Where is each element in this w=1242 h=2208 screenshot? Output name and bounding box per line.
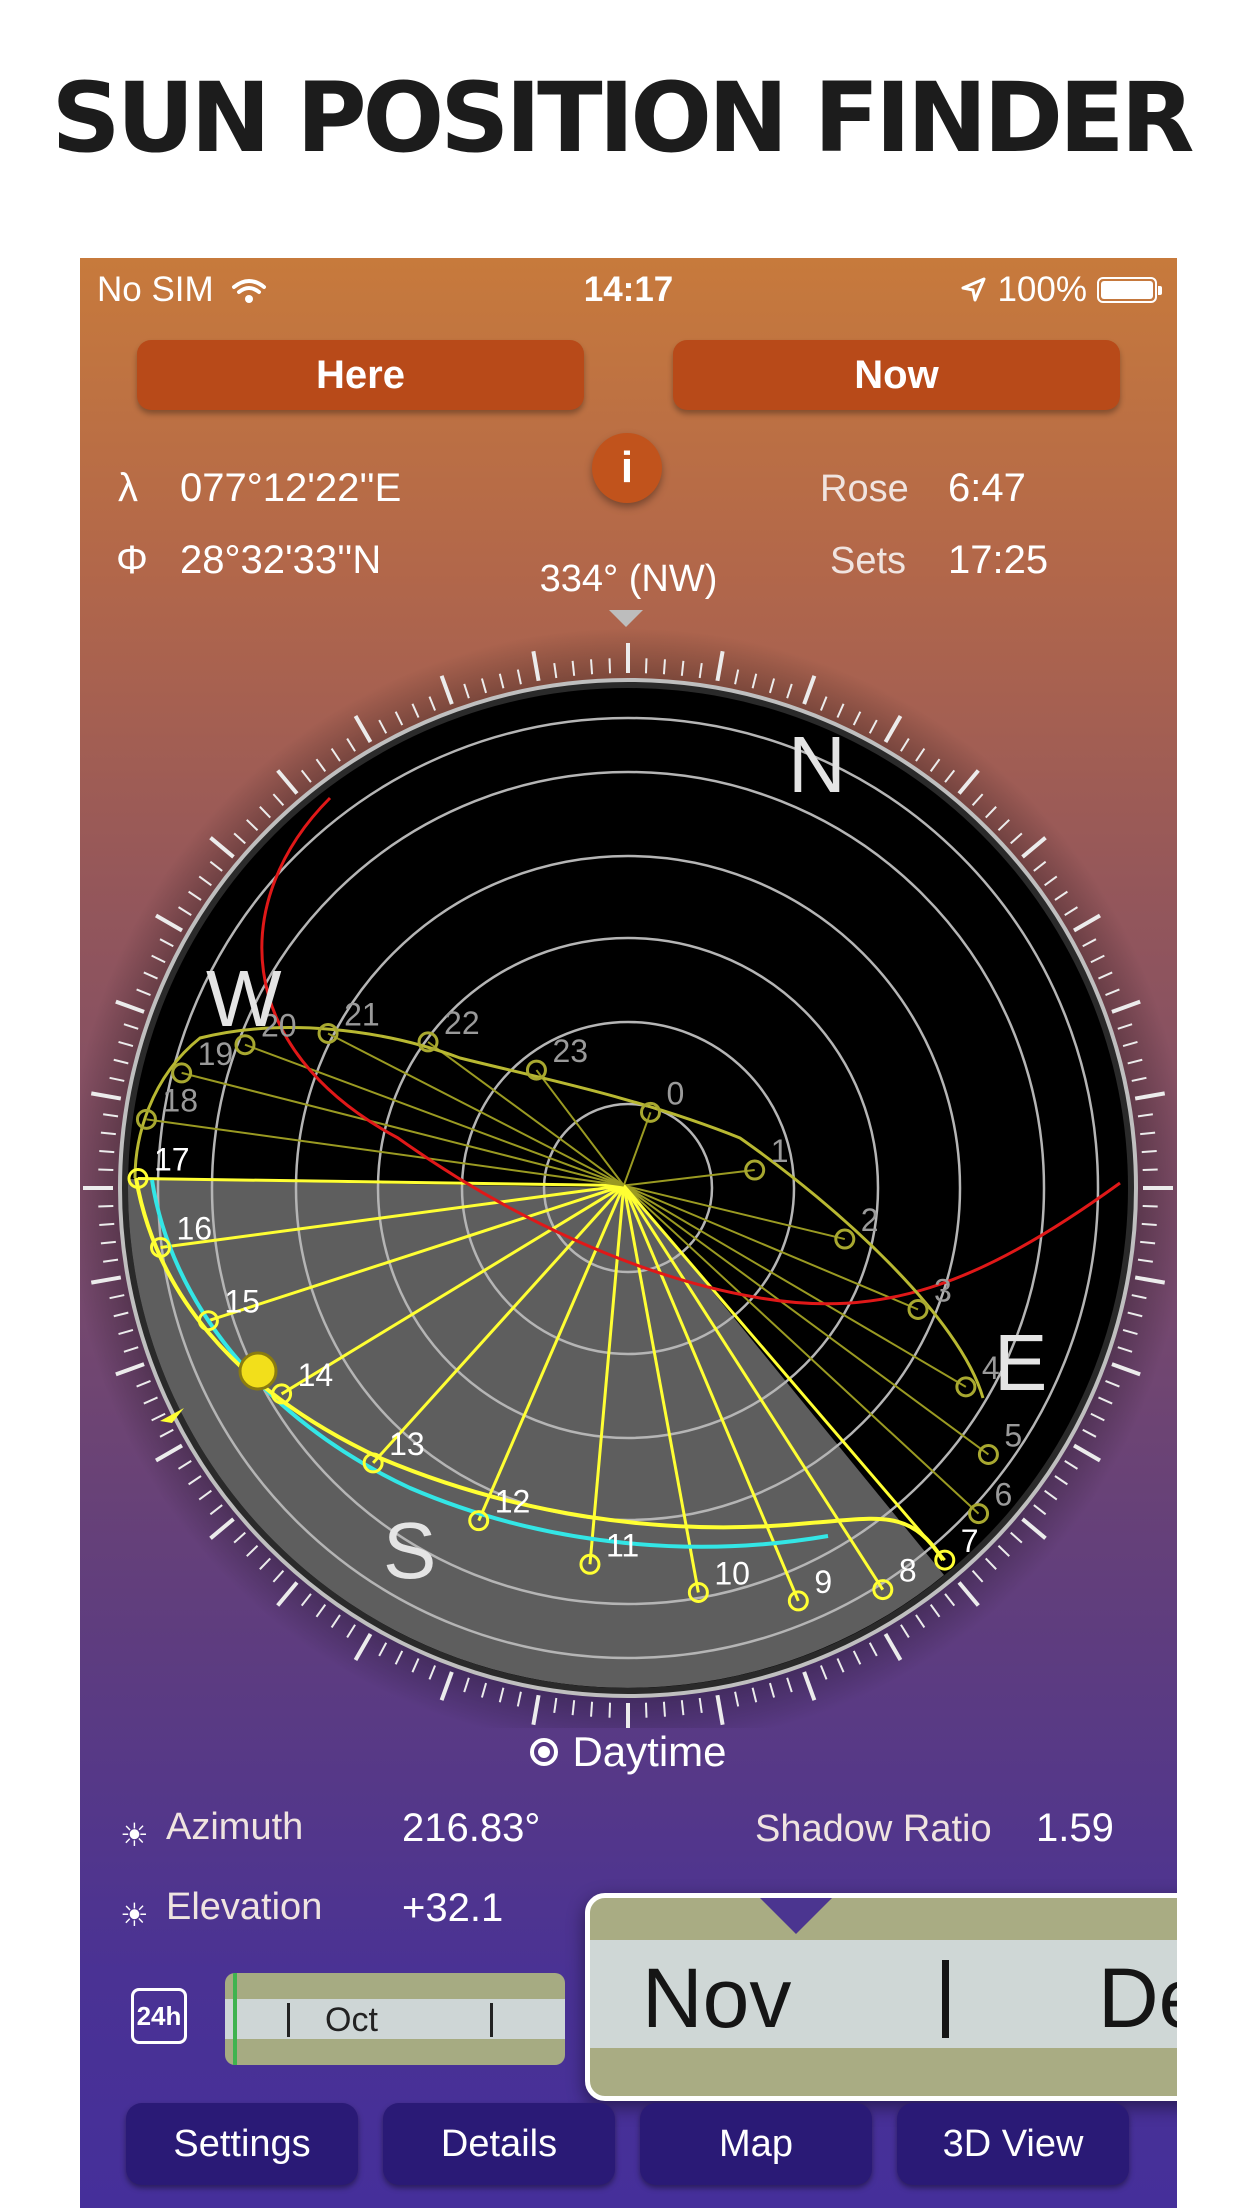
bezel-tick — [1141, 1222, 1157, 1226]
shadow-ratio-value: 1.59 — [1036, 1806, 1114, 1850]
hour-label: 6 — [995, 1477, 1013, 1513]
elevation-label: Elevation — [166, 1886, 323, 1928]
tab-map[interactable]: Map — [640, 2103, 872, 2185]
bezel-tick — [1141, 1150, 1157, 1154]
daytime-label: Daytime — [572, 1728, 727, 1775]
hour-label: 7 — [961, 1523, 979, 1559]
hour-label: 11 — [606, 1527, 639, 1563]
bezel-tick — [608, 1702, 612, 1718]
page-headline: SUN POSITION FINDER — [51, 62, 1194, 174]
bezel-tick — [608, 658, 612, 674]
hour-label: 23 — [552, 1033, 588, 1069]
hour-label: 17 — [154, 1141, 190, 1177]
magnifier-month-2: Dec — [1098, 1951, 1177, 2045]
bezel-tick — [99, 1150, 115, 1154]
tab-details[interactable]: Details — [383, 2103, 615, 2185]
hour-label: 8 — [899, 1553, 917, 1589]
hour-label: 21 — [344, 996, 380, 1032]
month-timeline[interactable]: Oct — [225, 1973, 565, 2065]
compass-north: N — [788, 720, 846, 809]
hour-label: 9 — [814, 1564, 832, 1600]
bezel-tick — [662, 659, 666, 675]
hour-label: 10 — [714, 1555, 750, 1591]
shadow-ratio-label: Shadow Ratio — [755, 1808, 992, 1850]
sun-icon: ☀ — [120, 1817, 149, 1853]
bezel-tick — [590, 659, 594, 675]
bezel-tick — [644, 1702, 648, 1718]
timeline-month-label: Oct — [325, 2001, 378, 2039]
bezel-tick — [662, 1701, 666, 1717]
timeline-band — [225, 1999, 565, 2039]
hour-label: 1 — [771, 1133, 789, 1169]
hour-label: 14 — [298, 1357, 334, 1393]
magnifier-separator — [942, 1960, 949, 2038]
timeline-magnifier: Nov Dec — [585, 1893, 1177, 2101]
elevation-value: +32.1 — [402, 1886, 504, 1930]
hour-label: 0 — [666, 1075, 684, 1111]
hour-label: 22 — [444, 1005, 480, 1041]
compass-west: W — [206, 954, 282, 1043]
sun-icon: ☀ — [120, 1897, 149, 1933]
magnifier-month-1: Nov — [642, 1951, 792, 2045]
app-screen: No SIM 14:17 100% Here Now i λ 077°12'22… — [80, 258, 1177, 2208]
magnifier-pointer-icon — [760, 1898, 832, 1934]
timeline-tick — [287, 2003, 290, 2037]
sun-dial[interactable]: 01234567891011121314151617181920 21 2223 N… — [80, 258, 1177, 1728]
hour-label: 18 — [162, 1082, 198, 1118]
daytime-option[interactable]: Daytime — [80, 1728, 1177, 1776]
compass-south: S — [383, 1506, 436, 1595]
bezel-tick — [1142, 1168, 1158, 1172]
bezel-tick — [98, 1168, 114, 1172]
hour-label: 15 — [224, 1284, 260, 1320]
hour-label: 12 — [495, 1484, 531, 1520]
tab-settings[interactable]: Settings — [126, 2103, 358, 2185]
bezel-tick — [98, 1204, 114, 1208]
azimuth-label: Azimuth — [166, 1806, 304, 1848]
azimuth-value: 216.83° — [402, 1806, 541, 1850]
bezel-tick — [644, 658, 648, 674]
bezel-tick — [590, 1701, 594, 1717]
tab-3d-view[interactable]: 3D View — [897, 2103, 1129, 2185]
bezel-tick — [99, 1222, 115, 1226]
hour-label: 16 — [177, 1210, 213, 1246]
hour-label: 2 — [861, 1202, 879, 1238]
hour-label: 5 — [1004, 1417, 1022, 1453]
compass-east: E — [994, 1318, 1047, 1407]
hour-label: 3 — [934, 1272, 952, 1308]
radio-selected-icon — [530, 1738, 559, 1766]
hour-label: 13 — [389, 1426, 425, 1462]
bezel-tick — [1142, 1204, 1158, 1208]
timeline-start-marker — [233, 1973, 237, 2065]
24h-toggle[interactable]: 24h — [131, 1988, 187, 2044]
timeline-tick — [490, 2003, 493, 2037]
